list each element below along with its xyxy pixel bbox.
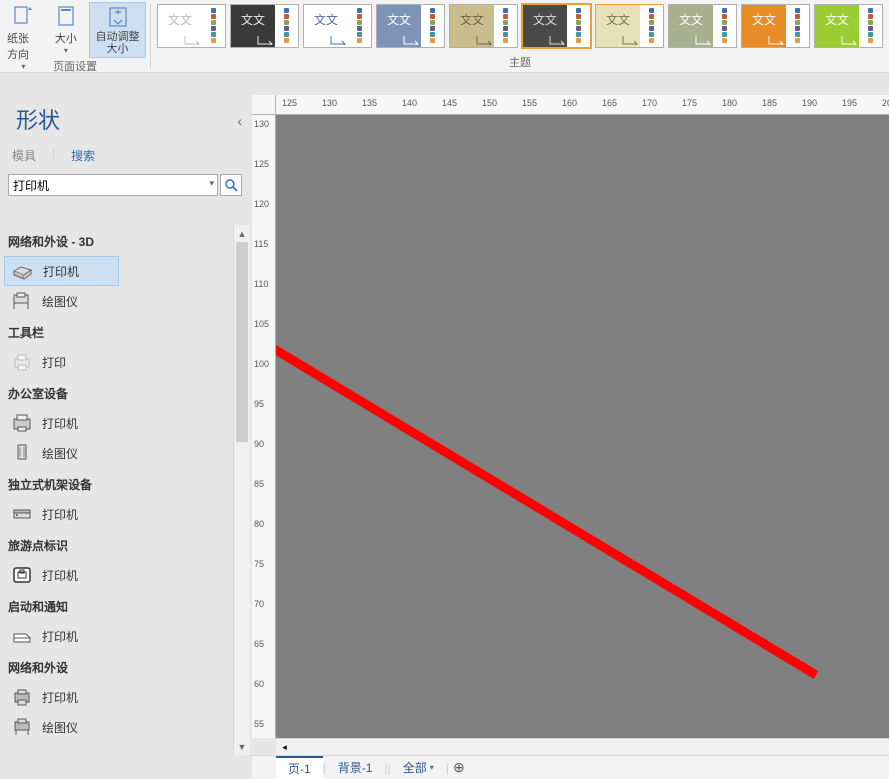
shape-item[interactable]: 打印机	[4, 499, 119, 529]
shape-item-label: 打印机	[42, 628, 78, 645]
ribbon-group-themes: 文文文文文文文文文文文文文文文文文文文文 主题	[151, 0, 889, 72]
scroll-up-icon[interactable]: ▲	[234, 225, 250, 242]
add-sheet-button[interactable]: ⊕	[449, 759, 469, 776]
theme-thumb-3[interactable]: 文文	[376, 4, 445, 48]
theme-thumb-6[interactable]: 文文	[595, 4, 664, 48]
search-box: ▾	[8, 174, 218, 196]
size-icon	[50, 4, 82, 28]
shape-item[interactable]: 打印机	[4, 682, 119, 712]
search-icon	[224, 178, 238, 192]
print-tool-icon	[10, 351, 34, 373]
shape-item[interactable]: 绘图仪	[4, 438, 119, 468]
printer-net-icon	[10, 686, 34, 708]
canvas[interactable]	[276, 115, 889, 738]
category-header: 独立式机架设备	[0, 468, 233, 499]
theme-thumb-5[interactable]: 文文	[522, 4, 591, 48]
panel-collapse-button[interactable]: ‹	[237, 113, 242, 129]
category-header: 启动和通知	[0, 590, 233, 621]
horizontal-ruler: 1251301351401451501551601651701751801851…	[276, 95, 889, 115]
shape-item[interactable]: 绘图仪	[4, 712, 119, 742]
shape-item-label: 打印机	[42, 567, 78, 584]
category-header: 工具栏	[0, 316, 233, 347]
printer-sign-icon	[10, 564, 34, 586]
shape-item[interactable]: 打印机	[4, 408, 119, 438]
shape-item-label: 打印机	[42, 415, 78, 432]
page-size-button[interactable]: 大小 ▾	[47, 2, 85, 57]
shape-item[interactable]: 绘图仪	[4, 286, 119, 316]
shape-item-label: 打印机	[42, 506, 78, 523]
shape-item-label: 打印机	[43, 263, 79, 280]
scroll-left-icon[interactable]: ◂	[276, 739, 293, 756]
category-header: 网络和外设 - 3D	[0, 225, 233, 256]
shape-item[interactable]: 打印机	[4, 560, 119, 590]
autofit-label: 自动调整大小	[93, 31, 142, 55]
tab-search[interactable]: 搜索	[71, 147, 95, 164]
shape-item-label: 打印机	[42, 689, 78, 706]
theme-thumb-7[interactable]: 文文	[668, 4, 737, 48]
vertical-ruler: 130125120115110105100959085807570656055	[252, 115, 276, 738]
category-header: 旅游点标识	[0, 529, 233, 560]
scroll-down-icon[interactable]: ▼	[234, 738, 250, 755]
shape-item-label: 绘图仪	[42, 445, 78, 462]
sheet-all-dropdown[interactable]: 全部 ▾	[391, 756, 446, 779]
printer-tray-icon	[10, 625, 34, 647]
theme-thumb-8[interactable]: 文文	[741, 4, 810, 48]
theme-thumb-9[interactable]: 文文	[814, 4, 883, 48]
plotter-3d-icon	[10, 290, 34, 312]
theme-thumb-1[interactable]: 文文	[230, 4, 299, 48]
size-label: 大小	[55, 30, 77, 46]
autofit-button[interactable]: 自动调整大小	[89, 2, 146, 58]
ribbon-group-page-setup: 纸张方向 ▾ 大小 ▾ 自动调整大小 页面设置	[0, 0, 150, 72]
search-input[interactable]	[8, 174, 218, 196]
shape-item[interactable]: 打印	[4, 347, 119, 377]
autofit-icon	[102, 5, 134, 29]
annotation-arrow	[276, 115, 889, 738]
shape-item-label: 打印	[42, 354, 66, 371]
canvas-area: 1251301351401451501551601651701751801851…	[252, 95, 889, 755]
plotter-office-icon	[10, 442, 34, 464]
printer-rack-icon	[10, 503, 34, 525]
results-list: 网络和外设 - 3D打印机绘图仪工具栏打印办公室设备打印机绘图仪独立式机架设备打…	[0, 225, 250, 755]
shapes-panel: 形状 ‹ 模具 | 搜索 ▾ 网络和外设 - 3D打印机绘图仪工具栏打印办公室设…	[0, 95, 250, 755]
horizontal-scrollbar[interactable]: ◂	[276, 738, 889, 755]
page-setup-group-label: 页面设置	[0, 56, 150, 76]
search-dropdown-icon[interactable]: ▾	[209, 178, 214, 189]
ribbon: 纸张方向 ▾ 大小 ▾ 自动调整大小 页面设置 文文文文文文文文文文文文文文文文…	[0, 0, 889, 73]
shape-item-label: 绘图仪	[42, 719, 78, 736]
printer-office-icon	[10, 412, 34, 434]
scroll-thumb[interactable]	[236, 242, 248, 442]
sheet-all-label: 全部	[403, 759, 427, 776]
theme-thumb-0[interactable]: 文文	[157, 4, 226, 48]
ruler-corner	[252, 95, 276, 115]
orientation-icon	[7, 4, 39, 28]
theme-thumb-2[interactable]: 文文	[303, 4, 372, 48]
printer-3d-icon	[11, 260, 35, 282]
results-scrollbar[interactable]: ▲ ▼	[233, 225, 250, 755]
sheet-tab[interactable]: 页-1	[276, 756, 323, 779]
shape-item[interactable]: 打印机	[4, 256, 119, 286]
search-button[interactable]	[220, 174, 242, 196]
sheet-tab[interactable]: 背景-1	[326, 756, 385, 779]
themes-group-label: 主题	[151, 52, 889, 72]
tab-stencils[interactable]: 模具	[12, 147, 36, 164]
sheet-tabs-bar: 页-1|背景-1| | 全部 ▾ | ⊕	[252, 755, 889, 779]
shape-item[interactable]: 打印机	[4, 621, 119, 651]
panel-title: 形状	[8, 95, 60, 147]
theme-thumb-4[interactable]: 文文	[449, 4, 518, 48]
category-header: 办公室设备	[0, 377, 233, 408]
chevron-down-icon: ▾	[430, 763, 434, 772]
shape-item-label: 绘图仪	[42, 293, 78, 310]
plotter-net-icon	[10, 716, 34, 738]
category-header: 网络和外设	[0, 651, 233, 682]
